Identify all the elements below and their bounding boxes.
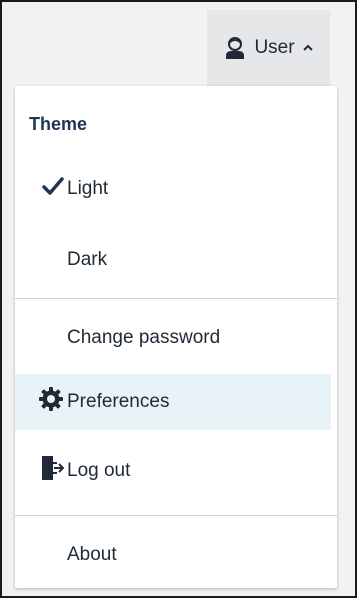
change-password-item[interactable]: Change password [15,310,331,366]
user-menu-label: User [254,37,295,58]
preferences-item[interactable]: Preferences [15,374,331,430]
menu-divider [15,298,337,299]
log-out-label: Log out [67,460,131,481]
app-window: User Theme Light Dark Change password Pr… [0,0,357,598]
user-icon [224,36,246,60]
about-label: About [67,544,117,565]
theme-heading: Theme [29,114,88,134]
change-password-label: Change password [67,327,221,348]
user-menu-button[interactable]: User [207,10,330,86]
theme-option-dark[interactable]: Dark [15,232,331,288]
gear-icon [38,386,64,418]
theme-option-label: Light [67,178,109,199]
chevron-up-icon [302,44,313,52]
checkmark-icon [42,176,64,202]
logout-icon [40,454,65,488]
about-item[interactable]: About [15,527,331,583]
theme-option-label: Dark [67,249,108,270]
top-bar: User [2,2,355,86]
menu-divider [15,515,337,516]
log-out-item[interactable]: Log out [15,443,331,499]
user-dropdown-menu: Theme Light Dark Change password Prefere… [15,86,337,588]
preferences-label: Preferences [67,391,170,412]
theme-option-light[interactable]: Light [15,161,331,217]
